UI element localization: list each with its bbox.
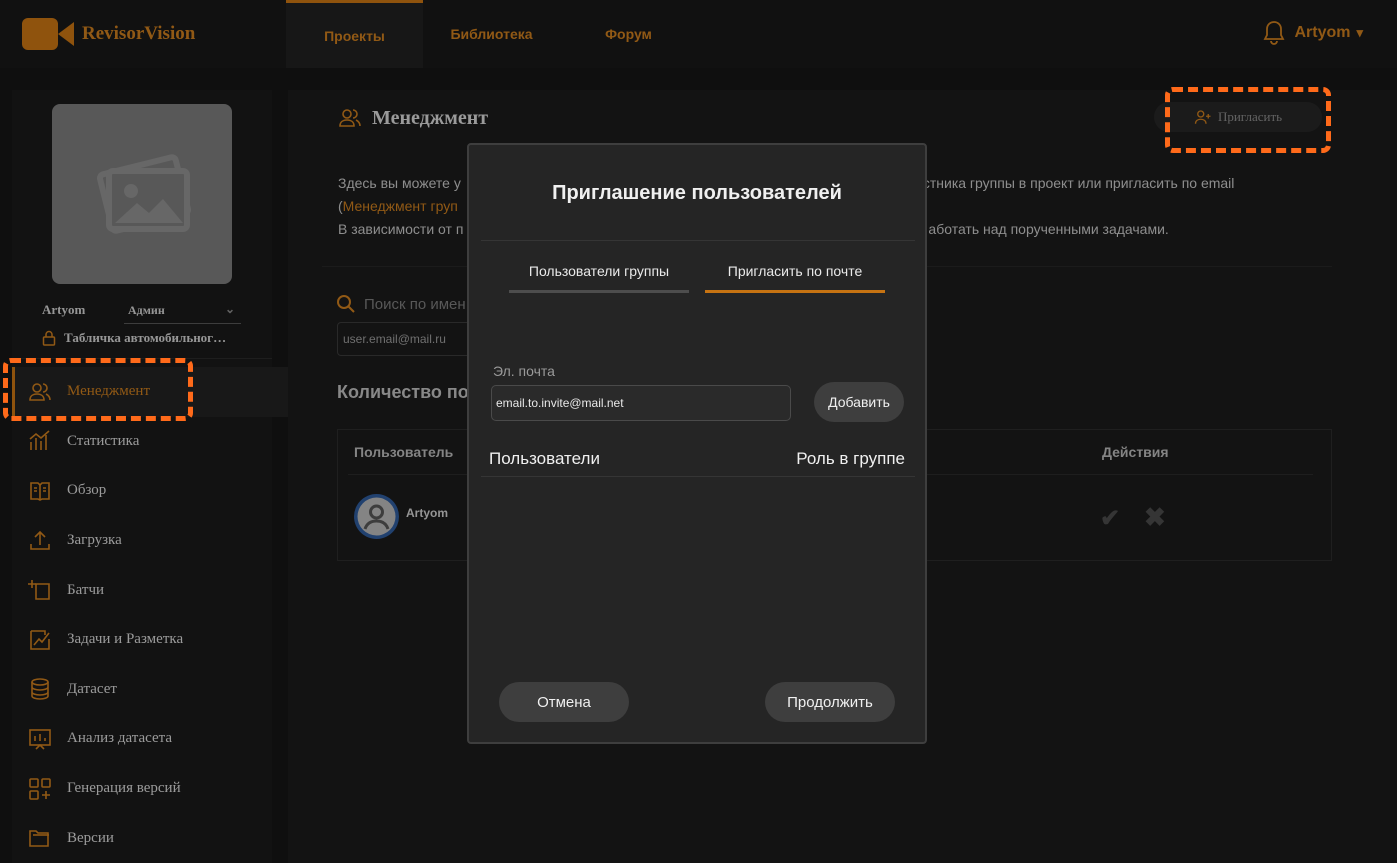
email-label: Эл. почта xyxy=(493,363,555,379)
column-header-users: Пользователи xyxy=(489,449,600,468)
highlight-management xyxy=(3,358,193,421)
modal-table-divider xyxy=(481,476,915,477)
tab-underline xyxy=(509,290,689,293)
add-button[interactable]: Добавить xyxy=(814,382,904,422)
column-header-role: Роль в группе xyxy=(796,449,905,468)
email-input[interactable]: email.to.invite@mail.net xyxy=(491,385,791,421)
tab-invite-by-email[interactable]: Пригласить по почте xyxy=(705,263,885,279)
highlight-invite xyxy=(1165,87,1331,153)
cancel-button[interactable]: Отмена xyxy=(499,682,629,722)
tab-group-users[interactable]: Пользователи группы xyxy=(509,263,689,279)
modal-title: Приглашение пользователей xyxy=(552,182,842,204)
tab-underline-active xyxy=(705,290,885,293)
continue-button[interactable]: Продолжить xyxy=(765,682,895,722)
invite-users-modal: Приглашение пользователей Пользователи г… xyxy=(467,143,927,744)
modal-divider xyxy=(481,240,915,241)
